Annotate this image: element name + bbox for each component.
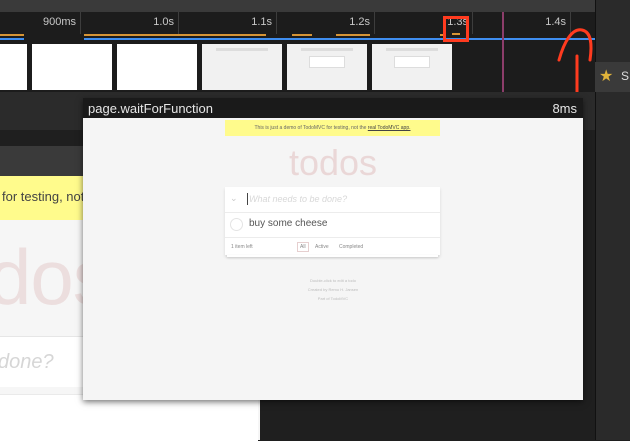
snapshot-todo-app: ⌄ What needs to be done? buy some cheese… [225,187,440,255]
frame-thumbnail-banner [386,48,438,51]
tick-label: 900ms [42,16,76,28]
action-bar[interactable] [0,34,24,36]
snapshot-info-line: Created by Remo H. Jansen [307,287,359,292]
snapshot-new-todo-row[interactable]: ⌄ What needs to be done? [225,187,440,213]
action-bar[interactable] [292,34,312,36]
frame-thumbnail-card [309,56,345,68]
annotation-highlight-box [443,16,469,42]
side-panel-label: S [621,69,630,83]
snapshot-card-shadow [227,255,438,257]
filmstrip-frame[interactable] [202,44,282,90]
background-banner-text: for testing, not t [2,189,92,204]
frame-thumbnail-banner [301,48,353,51]
tick-line [276,12,277,34]
checkbox-circle-icon[interactable] [230,218,243,231]
snapshot-input-placeholder: What needs to be done? [249,194,348,204]
snapshot-info: Double-click to edit a todo Created by R… [83,276,583,303]
tick-line [472,12,473,34]
snapshot-info-line: Part of TodoMVC [317,296,349,301]
snapshot-todo-item[interactable]: buy some cheese [225,213,440,238]
snapshot-banner-text: This is just a demo of TodoMVC for testi… [254,125,368,131]
tick-line [80,12,81,34]
tooltip-header: page.waitForFunction 8ms [83,98,583,118]
tick-line [374,12,375,34]
filmstrip-frame[interactable] [372,44,452,90]
action-snapshot-tooltip: page.waitForFunction 8ms This is just a … [83,98,583,400]
side-panel: ★ S [595,0,630,440]
text-caret [247,193,248,205]
network-bar[interactable] [0,38,24,40]
snapshot-banner: This is just a demo of TodoMVC for testi… [225,120,440,136]
tick-line [178,12,179,34]
tooltip-action-name: page.waitForFunction [88,101,214,116]
background-todo-list [0,394,258,441]
filmstrip-frame[interactable] [287,44,367,90]
frame-thumbnail-card [394,56,430,68]
tick-label: 1.2s [349,16,370,28]
filmstrip-frame[interactable] [32,44,112,90]
timeline-ruler[interactable]: 900ms 1.0s 1.1s 1.2s 1.3s 1.4s [0,12,595,34]
tick-label: 1.0s [153,16,174,28]
toolbar-strip [0,0,595,12]
action-bar[interactable] [336,34,370,36]
frame-thumbnail-banner [216,48,268,51]
snapshot-info-line: Double-click to edit a todo [309,278,357,283]
chevron-down-icon[interactable]: ⌄ [230,193,238,204]
snapshot-banner-link[interactable]: real TodoMVC app. [368,125,411,131]
tick-label: 1.1s [251,16,272,28]
filmstrip-frame[interactable] [117,44,197,90]
action-track[interactable] [0,34,595,44]
network-bar[interactable] [84,38,595,40]
star-icon[interactable]: ★ [599,66,613,86]
snapshot-footer: 1 item left All Active Completed [225,238,440,255]
time-cursor[interactable] [502,12,504,96]
snapshot-filter-completed[interactable]: Completed [339,244,363,250]
snapshot-filter-all[interactable]: All [297,242,309,252]
snapshot-items-left: 1 item left [231,244,253,250]
action-bar[interactable] [84,34,266,36]
snapshot-heading: todos [288,142,378,183]
filmstrip[interactable] [0,44,595,92]
filmstrip-frame[interactable] [0,44,27,90]
snapshot-filter-active[interactable]: Active [315,244,329,250]
tooltip-duration: 8ms [552,101,577,116]
background-input-placeholder: done? [0,351,54,373]
snapshot-todo-text: buy some cheese [249,218,328,229]
